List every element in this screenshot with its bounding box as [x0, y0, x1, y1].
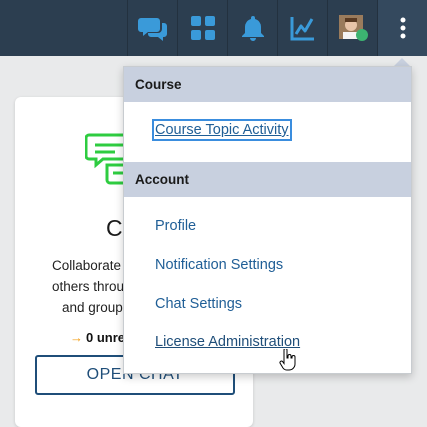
user-dropdown-menu: Course Course Topic Activity Account Pro… — [123, 66, 412, 374]
chat-bubbles-icon — [138, 18, 167, 41]
apps-button[interactable] — [177, 0, 228, 56]
analytics-button[interactable] — [277, 0, 328, 56]
menu-item-notification-settings[interactable]: Notification Settings — [155, 257, 283, 273]
more-vertical-icon — [400, 17, 406, 39]
bell-icon — [242, 16, 264, 41]
more-options-button[interactable] — [377, 0, 427, 56]
menu-item-profile[interactable]: Profile — [155, 218, 196, 234]
menu-item-course-topic-activity[interactable]: Course Topic Activity — [152, 119, 292, 141]
menu-item-license-administration[interactable]: License Administration — [155, 334, 300, 350]
section-header-account: Account — [124, 162, 411, 197]
hand-pointer-cursor-icon — [279, 349, 296, 371]
arrow-right-icon: → — [70, 330, 83, 345]
avatar — [339, 15, 368, 41]
chat-button[interactable] — [127, 0, 178, 56]
top-navigation-bar — [0, 0, 427, 56]
online-status-icon — [356, 29, 368, 41]
analytics-chart-icon — [290, 17, 314, 41]
section-header-course: Course — [124, 67, 411, 102]
menu-item-chat-settings[interactable]: Chat Settings — [155, 296, 242, 312]
user-menu-button[interactable] — [327, 0, 378, 56]
notifications-button[interactable] — [227, 0, 278, 56]
apps-grid-icon — [191, 16, 215, 40]
